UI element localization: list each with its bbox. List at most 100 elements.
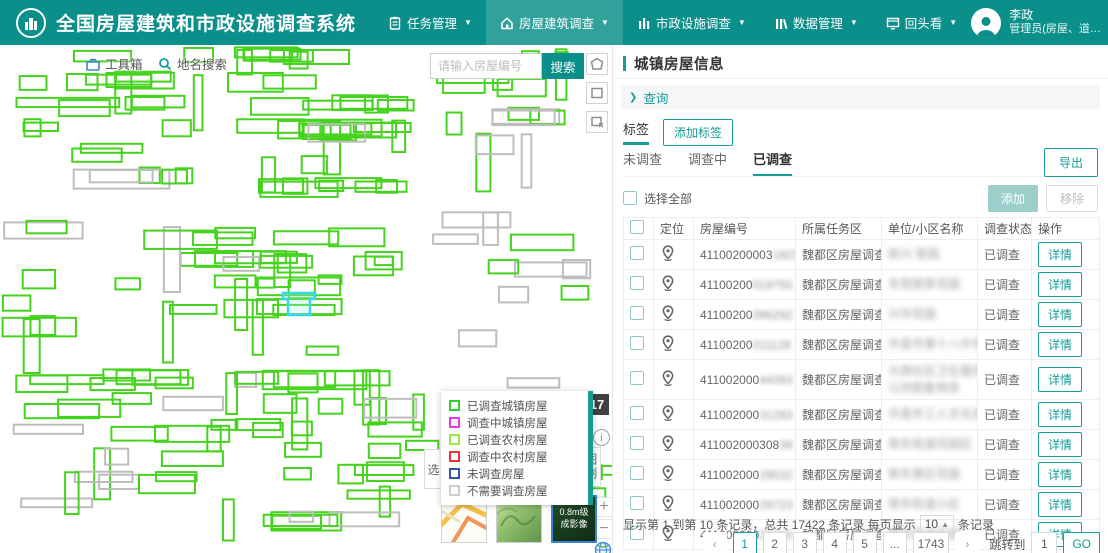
add-button[interactable]: 添加 xyxy=(988,185,1038,212)
row-checkbox[interactable] xyxy=(630,336,644,350)
info-button[interactable]: i xyxy=(593,429,610,446)
location-pin-icon[interactable] xyxy=(660,500,676,514)
page-1743[interactable]: 1743 xyxy=(913,532,950,553)
location-pin-icon[interactable] xyxy=(660,250,676,264)
cell-community-name: 东苑丽景花园 xyxy=(882,270,978,300)
cell-checkbox xyxy=(624,400,654,430)
house-number-blurred: 011128 xyxy=(753,338,791,352)
cell-house-number: 41100200019755 xyxy=(694,270,796,300)
page-prev[interactable]: ‹ xyxy=(703,532,727,553)
cell-task-area: 魏都区房屋调查 xyxy=(796,360,882,400)
location-pin-icon[interactable] xyxy=(660,310,676,324)
user-menu[interactable]: 李政 管理员(房屋、道… ▼ xyxy=(971,8,1108,38)
nav-item-3[interactable]: 数据管理▼ xyxy=(760,0,872,45)
cell-task-area: 魏都区房屋调查 xyxy=(796,430,882,460)
detail-button[interactable]: 详情 xyxy=(1038,242,1082,267)
summary-suffix: 条记录 xyxy=(958,516,994,533)
location-pin-icon[interactable] xyxy=(660,280,676,294)
tab-status-2[interactable]: 已调查 xyxy=(753,149,792,176)
cell-action: 详情 xyxy=(1032,300,1100,330)
table-row: 41100200031283魏都区房屋调查许昌市工人文化宫已调查详情 xyxy=(624,400,1100,430)
detail-button[interactable]: 详情 xyxy=(1038,492,1082,517)
page-next[interactable]: › xyxy=(955,532,979,553)
cell-house-number: 41100200096292 xyxy=(694,300,796,330)
row-checkbox[interactable] xyxy=(630,371,644,385)
tab-tags[interactable]: 标签 xyxy=(623,119,649,145)
circle-select-tool[interactable] xyxy=(586,53,608,75)
rect-select-tool[interactable] xyxy=(586,82,608,104)
selected-building-outline[interactable] xyxy=(283,293,315,315)
cell-house-number: 41100200029532 xyxy=(694,460,796,490)
location-pin-icon[interactable] xyxy=(660,375,676,389)
imagery-label-2: 成影像 xyxy=(560,519,587,531)
go-button[interactable]: GO xyxy=(1063,532,1100,553)
detail-button[interactable]: 详情 xyxy=(1038,272,1082,297)
toolbox-button[interactable]: 工具箱 xyxy=(86,54,143,73)
row-checkbox[interactable] xyxy=(630,276,644,290)
location-pin-icon[interactable] xyxy=(660,340,676,354)
cell-action: 详情 xyxy=(1032,430,1100,460)
detail-button[interactable]: 详情 xyxy=(1038,432,1082,457)
detail-button[interactable]: 详情 xyxy=(1038,402,1082,427)
house-number-clear: 41100200 xyxy=(700,278,753,292)
tab-status-0[interactable]: 未调查 xyxy=(623,149,662,176)
place-search-button[interactable]: 地名搜索 xyxy=(158,54,227,73)
house-number-blurred: 096292 xyxy=(753,308,793,322)
row-checkbox[interactable] xyxy=(630,246,644,260)
chevron-right-icon: ❯ xyxy=(629,92,637,103)
page-3[interactable]: 3 xyxy=(793,532,817,553)
cell-checkbox xyxy=(624,330,654,360)
nav-label: 房屋建筑调查 xyxy=(519,13,594,32)
cell-action: 详情 xyxy=(1032,490,1100,520)
page-5[interactable]: 5 xyxy=(853,532,877,553)
cell-action: 详情 xyxy=(1032,270,1100,300)
page-2[interactable]: 2 xyxy=(763,532,787,553)
community-name-blurred: 公共配套用房 xyxy=(888,381,960,395)
legend-item-5: 不需要调查房屋 xyxy=(449,482,576,499)
export-button[interactable]: 导出 xyxy=(1044,148,1098,177)
select-all-checkbox[interactable] xyxy=(623,191,637,205)
house-number-input[interactable] xyxy=(430,53,542,79)
detail-button[interactable]: 详情 xyxy=(1038,332,1082,357)
row-checkbox[interactable] xyxy=(630,496,644,510)
nav-item-1[interactable]: 房屋建筑调查▼ xyxy=(486,0,623,45)
page-size-select[interactable]: 10 ▲ xyxy=(920,515,954,533)
cell-action: 详情 xyxy=(1032,330,1100,360)
remove-button[interactable]: 移除 xyxy=(1046,185,1098,212)
map-search-button[interactable]: 搜索 xyxy=(542,53,584,79)
nav-item-4[interactable]: 回头看▼ xyxy=(872,0,971,45)
jump-page-input[interactable] xyxy=(1031,532,1057,553)
cell-checkbox xyxy=(624,460,654,490)
legend-swatch xyxy=(449,400,460,411)
house-number-blurred: 29532 xyxy=(759,468,792,482)
location-pin-icon[interactable] xyxy=(660,410,676,424)
clear-select-tool[interactable] xyxy=(586,111,608,133)
chevron-down-icon: ▼ xyxy=(949,18,957,27)
row-checkbox[interactable] xyxy=(630,436,644,450)
row-checkbox[interactable] xyxy=(630,466,644,480)
row-checkbox[interactable] xyxy=(630,306,644,320)
nav-item-2[interactable]: 市政设施调查▼ xyxy=(623,0,760,45)
community-name-blurred: 铁东南区花园 xyxy=(888,467,960,481)
detail-button[interactable]: 详情 xyxy=(1038,367,1082,392)
house-number-blurred: 44393 xyxy=(759,373,792,387)
detail-button[interactable]: 详情 xyxy=(1038,462,1082,487)
user-avatar-icon xyxy=(971,8,1001,38)
nav-item-0[interactable]: 任务管理▼ xyxy=(374,0,486,45)
header-checkbox[interactable] xyxy=(630,220,644,234)
page-...[interactable]: ... xyxy=(883,532,907,553)
row-checkbox[interactable] xyxy=(630,406,644,420)
location-pin-icon[interactable] xyxy=(660,440,676,454)
query-expander[interactable]: ❯ 查询 xyxy=(621,85,1100,110)
title-accent-bar xyxy=(623,56,626,71)
page-1[interactable]: 1 xyxy=(733,532,757,553)
nav-label: 数据管理 xyxy=(793,13,843,32)
tab-status-1[interactable]: 调查中 xyxy=(688,149,727,176)
add-tag-button[interactable]: 添加标签 xyxy=(663,119,733,146)
map-canvas[interactable]: 工具箱 地名搜索 筛选 搜索 17 i 图例 + − 选 已调查城镇房屋调查 xyxy=(0,45,612,553)
detail-button[interactable]: 详情 xyxy=(1038,302,1082,327)
cell-house-number: 41100200031283 xyxy=(694,400,796,430)
page-4[interactable]: 4 xyxy=(823,532,847,553)
house-number-blurred: 31283 xyxy=(759,408,792,422)
location-pin-icon[interactable] xyxy=(660,470,676,484)
